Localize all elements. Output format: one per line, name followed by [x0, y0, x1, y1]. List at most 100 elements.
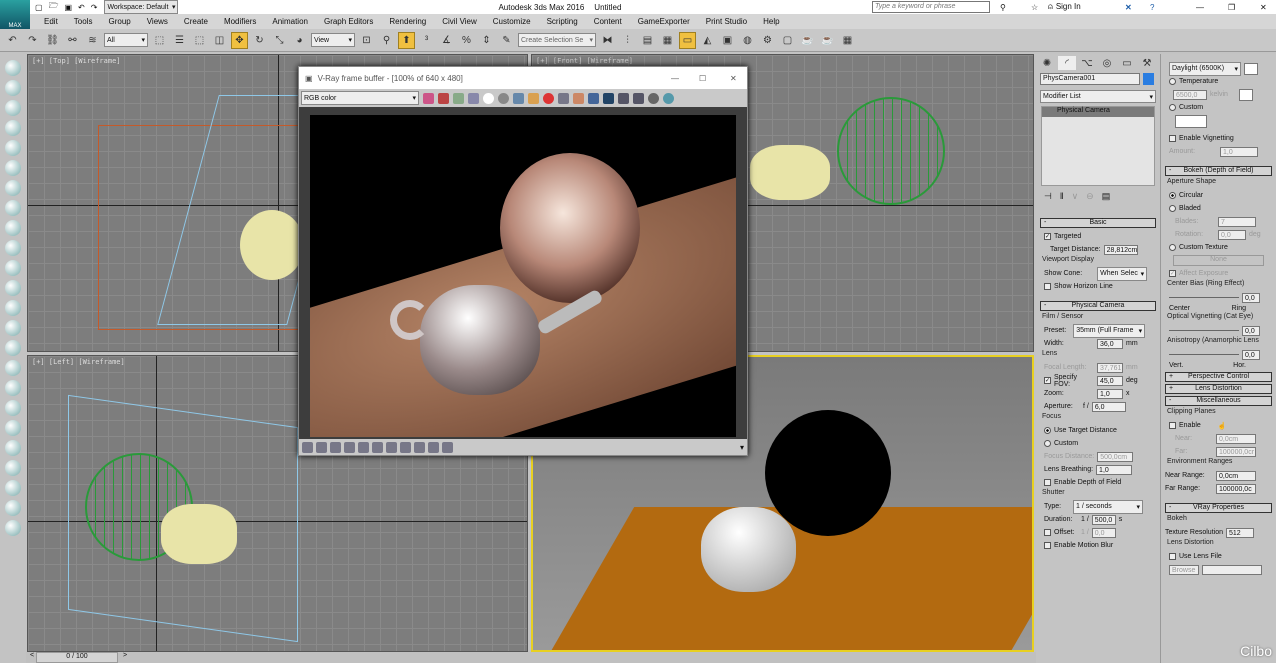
select-rotate-icon[interactable]: ↻	[251, 32, 268, 49]
render-setup-icon[interactable]: ⚙	[759, 32, 776, 49]
specify-fov-checkbox[interactable]: ✓	[1044, 377, 1051, 384]
next-frame-button[interactable]: >	[123, 652, 127, 659]
lens-file-path-field[interactable]	[1202, 564, 1262, 575]
show-horizon-checkbox[interactable]	[1044, 283, 1051, 290]
custom-wb-radio[interactable]	[1169, 104, 1176, 111]
far-field[interactable]: 100000,0cr	[1216, 446, 1256, 457]
duration-field[interactable]: 500,0	[1091, 514, 1116, 525]
show-cone-dropdown[interactable]: When Selec ▾	[1097, 266, 1148, 281]
vfb-close-button[interactable]: ✕	[730, 74, 737, 83]
center-bias-slider[interactable]	[1169, 297, 1239, 298]
rollout-bokeh[interactable]: - Bokeh (Depth of Field)	[1165, 166, 1272, 176]
mirror-icon[interactable]: ⧓	[599, 32, 616, 49]
preset-dropdown[interactable]: 35mm (Full Frame ▾	[1073, 323, 1146, 338]
material-editor-icon[interactable]: ◍	[739, 32, 756, 49]
bind-space-warp-icon[interactable]: ≋	[84, 32, 101, 49]
exchange-icon[interactable]: ✕	[1125, 3, 1132, 12]
menu-modifiers[interactable]: Modifiers	[216, 17, 264, 26]
last-render-icon[interactable]	[618, 92, 629, 104]
bladed-radio[interactable]	[1169, 205, 1176, 212]
vfb-icon[interactable]: ▦	[839, 32, 856, 49]
motion-blur-checkbox[interactable]	[1044, 542, 1051, 549]
temperature-swatch[interactable]	[1238, 88, 1253, 101]
vfb-minimize-button[interactable]: —	[671, 74, 679, 83]
menu-gameexporter[interactable]: GameExporter	[630, 17, 698, 26]
make-unique-icon[interactable]: ∨	[1072, 191, 1079, 202]
use-target-distance-radio[interactable]	[1044, 427, 1051, 434]
rollout-miscellaneous[interactable]: - Miscellaneous	[1165, 396, 1272, 406]
place-icon[interactable]: ◕	[291, 32, 308, 49]
anisotropy-field[interactable]: 0,0	[1242, 349, 1260, 360]
use-lens-file-checkbox[interactable]	[1169, 553, 1176, 560]
custom-texture-radio[interactable]	[1169, 244, 1176, 251]
fov-field[interactable]: 45,0	[1097, 375, 1123, 386]
globe-icon[interactable]	[5, 420, 21, 436]
redo-icon[interactable]: ↷	[91, 3, 98, 12]
script-icon[interactable]	[5, 500, 21, 516]
scene-icon[interactable]	[5, 100, 21, 116]
modify-tab-icon[interactable]: ◜	[1058, 56, 1076, 70]
rollout-perspective-control[interactable]: + Perspective Control	[1165, 372, 1272, 382]
snaps-toggle-icon[interactable]: ³	[418, 32, 435, 49]
ipr-icon[interactable]	[648, 92, 659, 104]
sign-in-button[interactable]: ⍝ Sign In	[1048, 2, 1081, 12]
pixel-aspect-icon[interactable]	[414, 441, 425, 453]
menu-tools[interactable]: Tools	[66, 17, 101, 26]
zoom-field[interactable]: 1,0	[1097, 388, 1123, 399]
levels-icon[interactable]	[344, 441, 355, 453]
prev-frame-button[interactable]: <	[30, 652, 34, 659]
help-icon[interactable]: ?	[1150, 3, 1154, 12]
edit-named-selection-icon[interactable]: ✎	[498, 32, 515, 49]
stereo-icon[interactable]	[428, 441, 439, 453]
menu-edit[interactable]: Edit	[36, 17, 66, 26]
link-icon[interactable]: ⛓	[44, 32, 61, 49]
menu-help[interactable]: Help	[755, 17, 787, 26]
menu-customize[interactable]: Customize	[485, 17, 539, 26]
anisotropy-slider[interactable]	[1169, 354, 1239, 355]
track-mouse-icon[interactable]	[573, 92, 584, 104]
selection-filter-dropdown[interactable]: All ▾	[104, 33, 148, 47]
undo-icon[interactable]: ↶	[4, 32, 21, 49]
offset-field[interactable]: 0,0	[1091, 527, 1116, 538]
focal-length-field[interactable]: 37,761	[1097, 362, 1123, 373]
viewport-label[interactable]: [+] [Top] [Wireframe]	[32, 57, 121, 65]
render-icon[interactable]	[5, 200, 21, 216]
color-channels-icon[interactable]	[423, 92, 434, 104]
binoculars-icon[interactable]: ⚲	[1000, 3, 1006, 12]
history-icon[interactable]	[302, 441, 313, 453]
restore-button[interactable]: ❐	[1228, 3, 1235, 12]
sphere-icon[interactable]	[5, 240, 21, 256]
near-field[interactable]: 0,0cm	[1216, 433, 1256, 444]
ribbon-icon[interactable]: ▭	[679, 31, 696, 49]
modifier-list-dropdown[interactable]: Modifier List ▾	[1040, 90, 1156, 103]
favorites-icon[interactable]: ☆	[1031, 3, 1038, 12]
menu-scripting[interactable]: Scripting	[539, 17, 586, 26]
rollout-physical-camera[interactable]: - Physical Camera	[1040, 301, 1156, 311]
temperature-field[interactable]: 6500,0	[1173, 89, 1207, 100]
cylinder-icon[interactable]	[5, 260, 21, 276]
optical-vignetting-slider[interactable]	[1169, 330, 1239, 331]
pivot-center-icon[interactable]: ⊡	[358, 32, 375, 49]
sun-icon[interactable]	[5, 320, 21, 336]
far-range-field[interactable]: 100000,0c	[1216, 483, 1256, 494]
texture-resolution-field[interactable]: 512	[1225, 527, 1254, 538]
layer-manager-icon[interactable]: ▦	[659, 32, 676, 49]
srgb-icon[interactable]	[400, 441, 411, 453]
remove-modifier-icon[interactable]: ⊖	[1086, 191, 1094, 202]
ocio-icon[interactable]	[386, 441, 397, 453]
select-object-icon[interactable]: ⬚	[151, 32, 168, 49]
teapot-icon[interactable]	[5, 60, 21, 76]
unlink-icon[interactable]: ⚯	[64, 32, 81, 49]
rollout-lens-distortion[interactable]: + Lens Distortion	[1165, 384, 1272, 394]
near-range-field[interactable]: 0,0cm	[1216, 470, 1256, 481]
lens-breathing-field[interactable]: 1,0	[1096, 464, 1133, 475]
plane-icon[interactable]	[5, 360, 21, 376]
rotation-field[interactable]: 0,0	[1218, 229, 1246, 240]
render-region-icon[interactable]	[633, 92, 644, 104]
affect-exposure-checkbox[interactable]: ✓	[1169, 270, 1176, 277]
select-by-name-icon[interactable]: ☰	[171, 32, 188, 49]
frame-counter[interactable]: 0 / 100	[36, 652, 118, 663]
shutter-type-dropdown[interactable]: 1 / seconds ▾	[1073, 499, 1143, 514]
expand-icon[interactable]: ▾	[740, 443, 744, 452]
time-slider[interactable]: < 0 / 100 >	[26, 652, 1036, 663]
